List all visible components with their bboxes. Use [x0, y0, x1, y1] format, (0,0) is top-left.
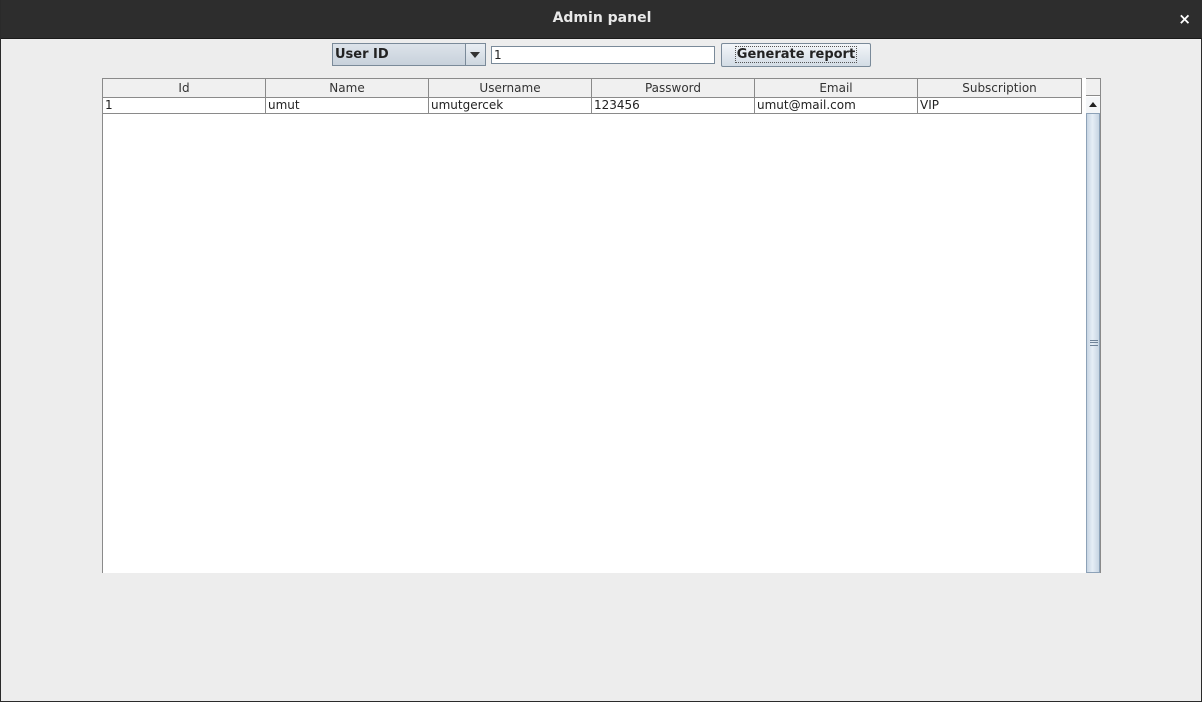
arrow-up-icon: [1089, 102, 1097, 107]
scrollbar-thumb[interactable]: [1086, 113, 1100, 573]
table-header: Id Name Username Password Email Subscrip…: [103, 78, 1082, 98]
column-header-id[interactable]: Id: [103, 79, 266, 97]
cell-email[interactable]: umut@mail.com: [755, 97, 918, 113]
generate-report-label: Generate report: [734, 46, 858, 63]
column-header-password[interactable]: Password: [592, 79, 755, 97]
column-header-name[interactable]: Name: [266, 79, 429, 97]
scroll-up-button[interactable]: [1086, 97, 1100, 112]
grip-icon: [1090, 340, 1098, 346]
search-input[interactable]: [491, 46, 715, 64]
cell-username[interactable]: umutgercek: [429, 97, 592, 113]
generate-report-button[interactable]: Generate report: [721, 43, 871, 67]
column-header-username[interactable]: Username: [429, 79, 592, 97]
window-title: Admin panel: [552, 10, 652, 26]
cell-id[interactable]: 1: [103, 97, 266, 113]
column-header-subscription[interactable]: Subscription: [918, 79, 1082, 97]
table-header-corner: [1086, 78, 1100, 96]
column-header-email[interactable]: Email: [755, 79, 918, 97]
title-bar[interactable]: Admin panel ×: [1, 0, 1202, 39]
cell-subscription[interactable]: VIP: [918, 97, 1082, 113]
cell-name[interactable]: umut: [266, 97, 429, 113]
search-field-selected: User ID: [335, 47, 389, 62]
table-row[interactable]: 1 umut umutgercek 123456 umut@mail.com V…: [103, 97, 1082, 114]
admin-panel-window: Admin panel × User ID Generate report Id…: [0, 0, 1202, 702]
dropdown-button[interactable]: [465, 44, 485, 65]
close-icon[interactable]: ×: [1178, 10, 1191, 28]
users-table: Id Name Username Password Email Subscrip…: [102, 78, 1101, 573]
vertical-scrollbar[interactable]: [1086, 97, 1100, 573]
search-field-dropdown[interactable]: User ID: [332, 43, 486, 66]
chevron-down-icon: [470, 52, 480, 58]
cell-password[interactable]: 123456: [592, 97, 755, 113]
